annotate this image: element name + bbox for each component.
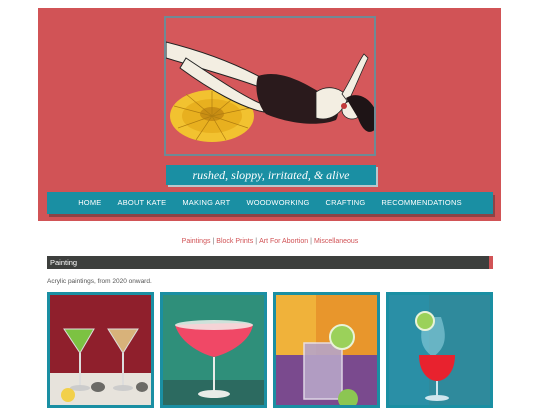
painting-thumbnail-highball[interactable] <box>273 292 380 408</box>
category-link-paintings[interactable]: Paintings <box>182 238 211 245</box>
category-link-art-for-abortion[interactable]: Art For Abortion <box>259 238 308 245</box>
main-nav: HOME ABOUT KATE MAKING ART WOODWORKING C… <box>47 192 493 214</box>
painting-thumbnail-cosmopolitan[interactable] <box>160 292 267 408</box>
section-title-bar: Painting <box>47 256 493 269</box>
nav-woodworking[interactable]: WOODWORKING <box>246 192 309 214</box>
site-tagline[interactable]: rushed, sloppy, irritated, & alive <box>166 165 376 185</box>
nav-making-art[interactable]: MAKING ART <box>182 192 230 214</box>
separator: | <box>212 238 215 245</box>
header-banner-image[interactable] <box>164 16 376 156</box>
nav-home[interactable]: HOME <box>78 192 101 214</box>
painting-thumbnail-hurricane[interactable] <box>386 292 493 408</box>
painting-gallery <box>47 292 493 408</box>
category-links: Paintings | Block Prints | Art For Abortion |… <box>0 238 540 245</box>
category-link-miscellaneous[interactable]: Miscellaneous <box>314 238 358 245</box>
separator: | <box>310 238 312 245</box>
separator: | <box>255 238 258 245</box>
section-description: Acrylic paintings, from 2020 onward. <box>47 278 152 285</box>
nav-recommendations[interactable]: RECOMMENDATIONS <box>381 192 461 214</box>
painting-thumbnail-martinis[interactable] <box>47 292 154 408</box>
section-title: Painting <box>50 258 78 267</box>
nav-crafting[interactable]: CRAFTING <box>325 192 365 214</box>
nav-about-kate[interactable]: ABOUT KATE <box>118 192 167 214</box>
category-link-block-prints[interactable]: Block Prints <box>216 238 253 245</box>
